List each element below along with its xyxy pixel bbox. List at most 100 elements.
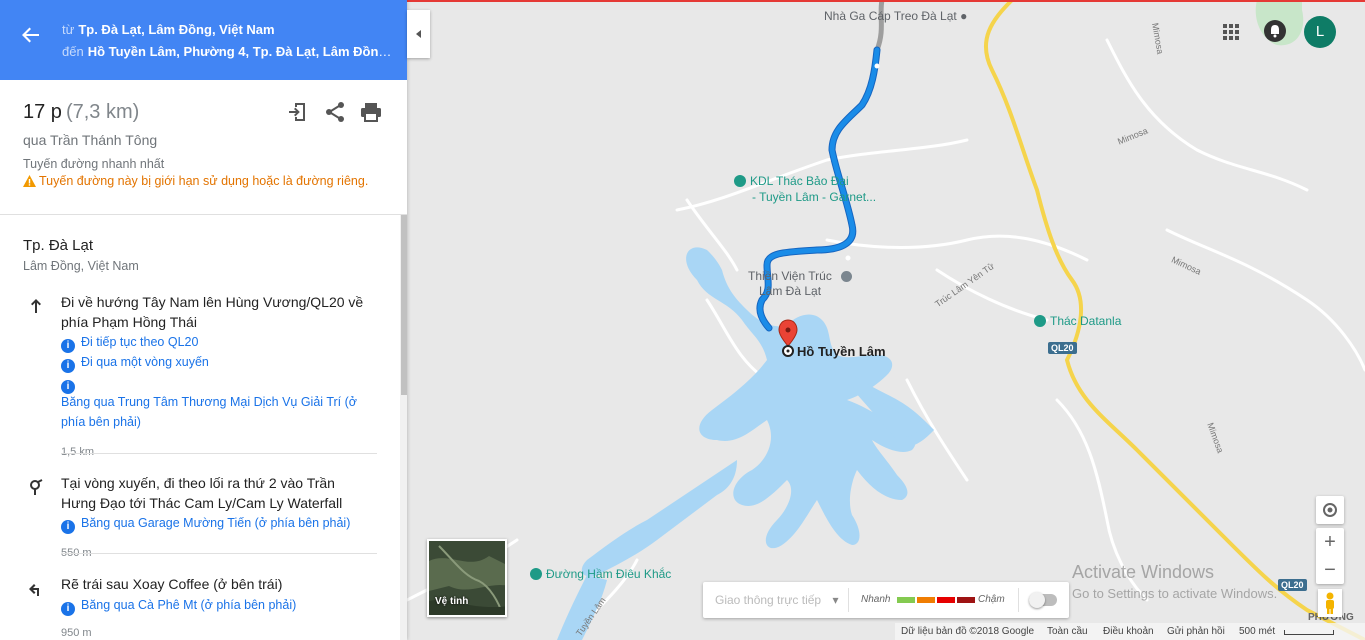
roundabout-icon	[26, 477, 46, 497]
duration-value: 17 p	[23, 101, 62, 123]
my-location-button[interactable]	[1316, 496, 1344, 524]
step-distance: 1,5 km	[61, 446, 95, 458]
step-instruction[interactable]: Đi về hướng Tây Nam lên Hùng Vương/QL20 …	[61, 292, 371, 332]
route-summary: 17 p (7,3 km) qua Trần Thánh Tông Tuyến đ…	[0, 80, 407, 215]
traffic-color-very-slow	[957, 597, 975, 603]
route-waypoint	[845, 255, 851, 261]
step-note[interactable]: i Đi qua một vòng xuyến	[61, 352, 371, 373]
divider	[1018, 588, 1019, 612]
warning-text: Tuyến đường này bị giới hạn sử dụng hoặc…	[39, 174, 369, 188]
street-view-pegman[interactable]	[1318, 589, 1342, 617]
poi-thac-datanla[interactable]: Thác Datanla	[1034, 314, 1121, 328]
traffic-legend-fast: Nhanh	[861, 594, 891, 605]
footer-link-terms[interactable]: Điều khoản	[1103, 626, 1154, 637]
send-to-device-button[interactable]	[286, 100, 310, 124]
satellite-label: Vệ tinh	[435, 596, 469, 607]
zoom-out-button[interactable]: −	[1316, 556, 1344, 584]
zoom-controls: + −	[1316, 528, 1344, 584]
to-prefix: đến	[62, 44, 84, 59]
divider	[61, 553, 377, 554]
steps-scrollbar-thumb[interactable]	[401, 215, 407, 395]
poi-kdl-thac-bao-dai-line2: - Tuyền Lâm - Garnet...	[752, 190, 877, 204]
traffic-toggle-knob[interactable]	[1029, 592, 1045, 608]
poi-thien-vien-line2: Lâm Đà Lạt	[759, 284, 822, 298]
poi-thien-vien-line1[interactable]: Thiền Viện Trúc	[748, 269, 853, 283]
share-button[interactable]	[323, 100, 347, 124]
route-to[interactable]: đến Hồ Tuyền Lâm, Phường 4, Tp. Đà Lạt, L…	[62, 44, 392, 59]
map-canvas[interactable]	[407, 0, 1365, 640]
lake-arm-southwest	[581, 460, 737, 577]
road-shield-ql20: QL20	[1048, 342, 1077, 354]
camera-icon	[734, 175, 746, 187]
route-grey-segment	[874, 0, 885, 51]
step-note[interactable]: i	[61, 373, 371, 394]
directions-steps: Tp. Đà Lạt Lâm Đồng, Việt Nam Đi về hướn…	[0, 215, 400, 640]
restricted-warning: Tuyến đường này bị giới hạn sử dụng hoặc…	[23, 174, 368, 188]
map-data-credit: Dữ liệu bản đồ ©2018 Google	[901, 626, 1035, 637]
step-note[interactable]: i Đi tiếp tục theo QL20	[61, 332, 371, 353]
scale-label[interactable]: 500 mét	[1239, 626, 1275, 637]
temple-icon	[841, 271, 853, 282]
dropdown-arrow-icon: ▾	[832, 593, 839, 607]
divider	[848, 588, 849, 612]
step-note-text[interactable]: Băng qua Trung Tâm Thương Mại Dịch Vụ Gi…	[61, 392, 371, 432]
step-note[interactable]: i Băng qua Garage Mường Tiến (ở phía bên …	[61, 513, 371, 534]
footer-link-global[interactable]: Toàn cầu	[1047, 626, 1088, 637]
poi-duong-ham-dieu-khac[interactable]: Đường Hầm Điêu Khắc	[530, 567, 671, 581]
collapse-panel-button[interactable]	[407, 10, 430, 58]
turn-left-icon	[26, 579, 46, 599]
step-note[interactable]: i Băng qua Cà Phê Mt (ở phía bên phải)	[61, 595, 371, 616]
traffic-color-medium	[917, 597, 935, 603]
fastest-route-note: Tuyến đường nhanh nhất	[23, 157, 165, 171]
poi-kdl-thac-bao-dai[interactable]: KDL Thác Bảo Đại	[734, 174, 849, 188]
traffic-panel: Giao thông trực tiếp ▾ Nhanh Chậm	[703, 582, 1069, 618]
camera-icon	[530, 568, 542, 580]
step-instruction[interactable]: Rẽ trái sau Xoay Coffee (ở bên trái)	[61, 574, 371, 594]
my-location-icon	[1323, 503, 1337, 517]
share-icon	[326, 102, 344, 122]
scale-bar	[1284, 630, 1334, 635]
destination-label[interactable]: Hồ Tuyền Lâm	[797, 344, 886, 359]
origin-name[interactable]: Tp. Đà Lạt	[23, 237, 93, 254]
route-from[interactable]: từ Tp. Đà Lạt, Lâm Đồng, Việt Nam	[62, 22, 392, 37]
traffic-legend-slow: Chậm	[978, 594, 1005, 605]
traffic-dropdown[interactable]: Giao thông trực tiếp ▾	[715, 593, 838, 607]
map-base	[407, 0, 1365, 640]
apps-grid-icon	[1223, 24, 1239, 40]
divider	[61, 453, 377, 454]
route-waypoint	[874, 63, 880, 69]
bell-icon	[1264, 20, 1286, 42]
step-distance: 950 m	[61, 627, 92, 639]
arrow-straight-icon	[26, 296, 46, 316]
from-location: Tp. Đà Lạt, Lâm Đồng, Việt Nam	[78, 22, 275, 37]
road-shield-ql20: QL20	[1278, 579, 1307, 591]
directions-panel: từ Tp. Đà Lạt, Lâm Đồng, Việt Nam đến Hồ T…	[0, 0, 407, 640]
account-avatar[interactable]: L	[1304, 16, 1336, 48]
info-icon: i	[61, 359, 75, 373]
caret-left-icon	[416, 30, 421, 38]
print-button[interactable]	[359, 100, 383, 124]
traffic-color-fast	[897, 597, 915, 603]
footer-link-feedback[interactable]: Gửi phản hồi	[1167, 626, 1225, 637]
warning-icon	[23, 175, 36, 187]
distance-value: (7,3 km)	[65, 101, 140, 123]
apps-grid-button[interactable]	[1216, 16, 1246, 46]
directions-header: từ Tp. Đà Lạt, Lâm Đồng, Việt Nam đến Hồ T…	[0, 0, 407, 80]
info-icon: i	[61, 602, 75, 616]
zoom-in-button[interactable]: +	[1316, 528, 1344, 556]
print-icon	[361, 103, 381, 122]
info-icon: i	[61, 520, 75, 534]
route-via: qua Trần Thánh Tông	[23, 132, 158, 148]
arrow-back-icon	[22, 27, 39, 43]
satellite-toggle[interactable]: Vệ tinh	[427, 539, 507, 617]
windows-watermark-title: Activate Windows	[1072, 562, 1215, 582]
send-to-phone-icon	[289, 103, 305, 121]
from-prefix: từ	[62, 22, 75, 37]
notifications-button[interactable]	[1260, 16, 1290, 46]
step-instruction[interactable]: Tại vòng xuyến, đi theo lối ra thứ 2 vào…	[61, 473, 371, 513]
back-button[interactable]	[18, 22, 44, 48]
traffic-color-slow	[937, 597, 955, 603]
to-location: Hồ Tuyền Lâm, Phường 4, Tp. Đà Lạt, Lâm …	[87, 44, 392, 59]
poi-nha-ga-cap-treo[interactable]: Nhà Ga Cáp Treo Đà Lạt ●	[824, 9, 967, 23]
camera-icon	[1034, 315, 1046, 327]
